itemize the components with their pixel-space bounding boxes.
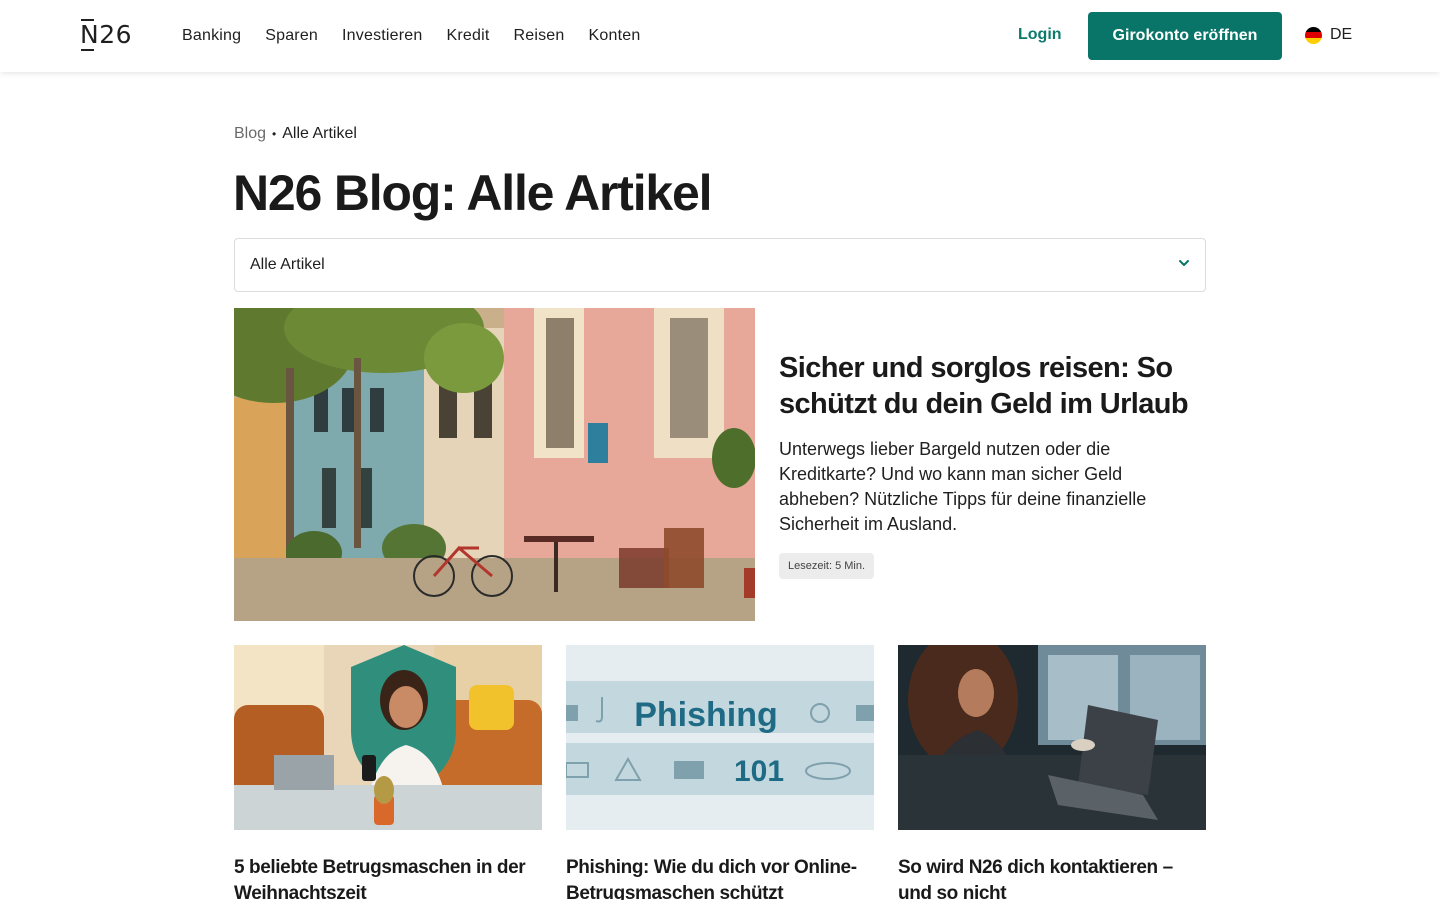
page-title: N26 Blog: Alle Artikel [233, 165, 713, 221]
breadcrumb-blog-link[interactable]: Blog [234, 125, 266, 143]
article-card-image-1[interactable] [234, 645, 542, 830]
logo-text: N26 [80, 20, 133, 49]
site-header: N26 Banking Sparen Investieren Kredit Re… [0, 0, 1440, 72]
language-switcher[interactable]: DE [1305, 26, 1352, 44]
article-card-image-2[interactable]: Phishing 101 [566, 645, 874, 830]
featured-article-title[interactable]: Sicher und sorglos reisen: So schützt du… [779, 350, 1209, 422]
login-link[interactable]: Login [1018, 26, 1062, 44]
phishing-graphic: Phishing 101 [566, 645, 874, 830]
featured-article-description: Unterwegs lieber Bargeld nutzen oder die… [779, 439, 1147, 534]
germany-flag-icon [1305, 26, 1322, 44]
woman-with-phone-illustration [234, 645, 542, 830]
nav-item-investieren[interactable]: Investieren [342, 27, 422, 45]
open-account-button[interactable]: Girokonto eröffnen [1088, 12, 1282, 60]
phishing-image-number: 101 [734, 755, 784, 788]
reading-time-badge: Lesezeit: 5 Min. [779, 553, 875, 579]
phishing-image-word: Phishing [634, 696, 778, 734]
article-card-image-3[interactable] [898, 645, 1206, 830]
nav-item-kredit[interactable]: Kredit [447, 27, 490, 45]
article-card-title-1[interactable]: 5 beliebte Betrugsmaschen in der Weihnac… [234, 855, 542, 900]
logo-bar-bottom [81, 49, 94, 51]
chevron-down-icon [1179, 260, 1189, 266]
street-scene-illustration [234, 308, 755, 621]
featured-article-image[interactable] [234, 308, 755, 621]
article-card-title-2[interactable]: Phishing: Wie du dich vor Online-Betrugs… [566, 855, 874, 900]
breadcrumb: Blog • Alle Artikel [234, 125, 357, 143]
main-nav: Banking Sparen Investieren Kredit Reisen… [182, 0, 640, 72]
nav-item-konten[interactable]: Konten [589, 27, 641, 45]
category-select-value: Alle Artikel [250, 256, 325, 273]
category-select[interactable]: Alle Artikel [234, 238, 1206, 292]
breadcrumb-current: Alle Artikel [282, 125, 357, 142]
language-label: DE [1330, 26, 1353, 43]
nav-item-sparen[interactable]: Sparen [265, 27, 318, 45]
nav-item-reisen[interactable]: Reisen [514, 27, 565, 45]
n26-logo[interactable]: N26 [80, 19, 132, 53]
article-card-title-3[interactable]: So wird N26 dich kontaktieren – und so n… [898, 855, 1206, 900]
breadcrumb-separator: • [272, 127, 277, 141]
nav-item-banking[interactable]: Banking [182, 27, 241, 45]
woman-with-laptop-illustration [898, 645, 1206, 830]
